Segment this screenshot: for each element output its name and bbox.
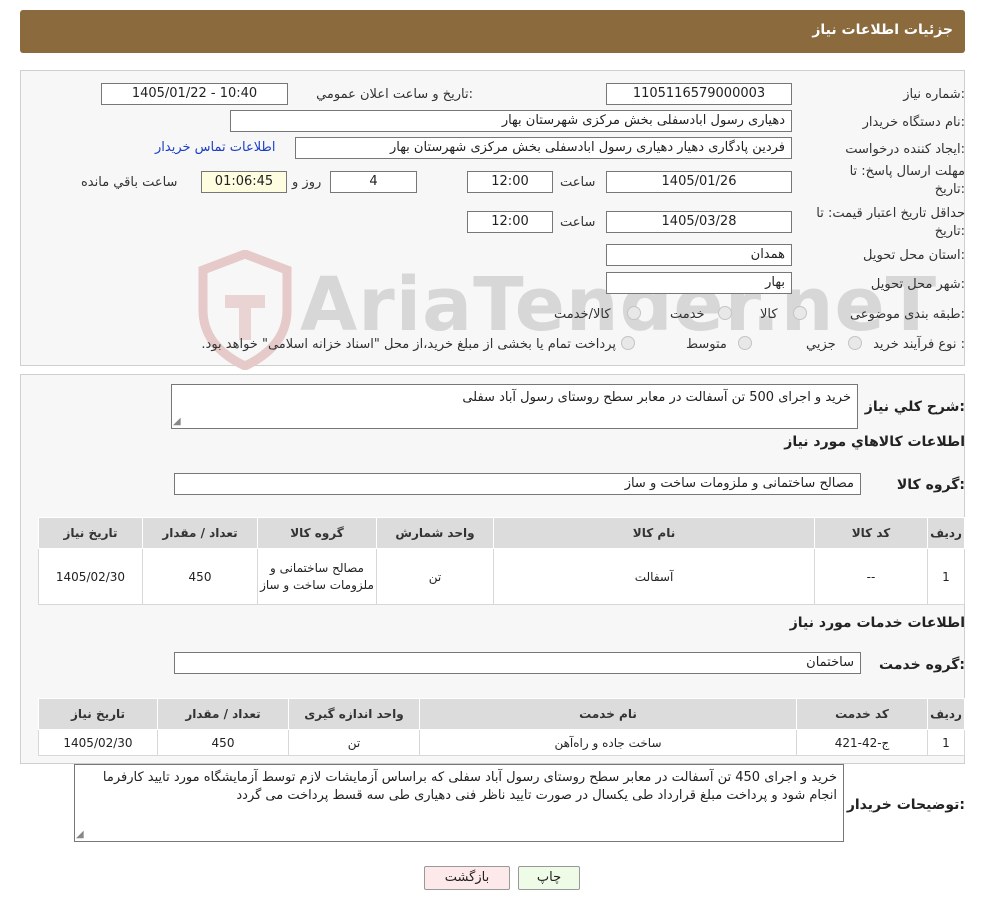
goods-cell-code: -- — [814, 548, 928, 605]
process-radio-medium[interactable] — [738, 336, 752, 350]
services-col-name: نام خدمت — [419, 698, 797, 730]
services-col-row: ردیف — [927, 698, 965, 730]
goods-cell-unit: تن — [376, 548, 494, 605]
validity-date-field: 1405/03/28 — [606, 211, 792, 233]
need-number-label: شماره نیاز: — [903, 87, 965, 102]
category-option-goods: کالا — [760, 307, 778, 322]
page-header: جزئیات اطلاعات نیاز — [20, 10, 965, 53]
remaining-time-field: 01:06:45 — [201, 171, 287, 193]
notes-resize-handle-icon: ◢ — [76, 829, 84, 840]
buyer-contact-link[interactable]: اطلاعات تماس خریدار — [155, 140, 275, 155]
summary-field: خرید و اجرای 500 تن آسفالت در معابر سطح … — [171, 384, 858, 429]
category-option-goods-service: کالا/خدمت — [554, 307, 611, 322]
days-label: روز و — [292, 175, 322, 190]
services-cell-date: 1405/02/30 — [38, 729, 158, 756]
goods-section-title: اطلاعات کالاهاي مورد نیاز — [784, 434, 965, 450]
services-cell-name: ساخت جاده و راه‌آهن — [419, 729, 797, 756]
goods-cell-qty: 450 — [142, 548, 258, 605]
announce-date-field: 1405/01/22 - 10:40 — [101, 83, 288, 105]
deadline-label-date: تاریخ: — [934, 182, 965, 197]
services-section-title: اطلاعات خدمات مورد نیاز — [789, 615, 965, 631]
process-option-medium: متوسط — [686, 337, 727, 352]
back-button[interactable]: بازگشت — [424, 866, 510, 890]
services-cell-code: ج-42-421 — [796, 729, 928, 756]
buyer-org-label: نام دستگاه خریدار: — [862, 115, 965, 130]
services-col-qty: تعداد / مقدار — [157, 698, 289, 730]
province-label: استان محل تحویل: — [863, 248, 965, 263]
goods-col-name: نام کالا — [493, 517, 815, 549]
process-option-minor: جزیي — [806, 337, 836, 352]
buyer-org-field: دهیاری رسول ابادسفلی بخش مرکزی شهرستان ب… — [230, 110, 792, 132]
goods-cell-group: مصالح ساختمانی و ملزومات ساخت و ساز — [257, 548, 377, 605]
deadline-label: مهلت ارسال پاسخ: تا — [849, 164, 965, 179]
page-title: جزئیات اطلاعات نیاز — [812, 22, 953, 38]
services-col-code: کد خدمت — [796, 698, 928, 730]
print-button[interactable]: چاپ — [518, 866, 580, 890]
table-row: 1 ج-42-421 ساخت جاده و راه‌آهن تن 450 14… — [38, 729, 965, 756]
summary-label: شرح کلي نیاز: — [864, 399, 965, 415]
goods-cell-row: 1 — [927, 548, 965, 605]
process-radio-minor[interactable] — [848, 336, 862, 350]
services-cell-qty: 450 — [157, 729, 289, 756]
validity-time-field: 12:00 — [467, 211, 553, 233]
deadline-date-field: 1405/01/26 — [606, 171, 792, 193]
services-cell-unit: تن — [288, 729, 420, 756]
validity-label-date: تاریخ: — [934, 224, 965, 239]
city-field: بهار — [606, 272, 792, 294]
buyer-notes-field: خرید و اجرای 450 تن آسفالت در معابر سطح … — [74, 764, 844, 842]
resize-handle-icon: ◢ — [173, 416, 181, 427]
requester-label: ایجاد کننده درخواست: — [845, 142, 965, 157]
requester-field: فردین پادگاری دهیار دهیاری رسول ابادسفلی… — [295, 137, 792, 159]
services-col-date: تاریخ نیاز — [38, 698, 158, 730]
services-col-unit: واحد اندازه گیری — [288, 698, 420, 730]
goods-col-row: ردیف — [927, 517, 965, 549]
table-row: 1 -- آسفالت تن مصالح ساختمانی و ملزومات … — [38, 548, 965, 605]
city-label: شهر محل تحویل: — [870, 277, 965, 292]
goods-table: ردیف کد کالا نام کالا واحد شمارش گروه کا… — [38, 517, 965, 605]
validity-label: حداقل تاریخ اعتبار قیمت: تا — [816, 206, 965, 221]
goods-cell-name: آسفالت — [493, 548, 815, 605]
process-note: پرداخت تمام یا بخشی از مبلغ خرید،از محل … — [201, 337, 616, 352]
province-field: همدان — [606, 244, 792, 266]
category-label: طبقه بندی موضوعی: — [849, 307, 965, 322]
deadline-time-field: 12:00 — [467, 171, 553, 193]
services-table: ردیف کد خدمت نام خدمت واحد اندازه گیری ت… — [38, 698, 965, 756]
category-radio-goods[interactable] — [793, 306, 807, 320]
deadline-time-label: ساعت — [560, 175, 596, 190]
announce-date-label: تاریخ و ساعت اعلان عمومي: — [316, 87, 473, 102]
goods-cell-date: 1405/02/30 — [38, 548, 143, 605]
process-checkbox-treasury[interactable] — [621, 336, 635, 350]
watermark-logo-icon — [195, 249, 295, 371]
service-group-field: ساختمان — [174, 652, 861, 674]
category-radio-goods-service[interactable] — [627, 306, 641, 320]
remaining-days-field: 4 — [330, 171, 417, 193]
goods-col-qty: تعداد / مقدار — [142, 517, 258, 549]
services-cell-row: 1 — [927, 729, 965, 756]
validity-time-label: ساعت — [560, 215, 596, 230]
goods-col-date: تاریخ نیاز — [38, 517, 143, 549]
category-option-service: خدمت — [670, 307, 705, 322]
goods-col-group: گروه کالا — [257, 517, 377, 549]
buyer-notes-label: توضیحات خریدار: — [846, 797, 965, 813]
category-radio-service[interactable] — [718, 306, 732, 320]
goods-group-field: مصالح ساختمانی و ملزومات ساخت و ساز — [174, 473, 861, 495]
service-group-label: گروه خدمت: — [879, 657, 965, 673]
need-number-field: 1105116579000003 — [606, 83, 792, 105]
remaining-time-label: ساعت باقي مانده — [81, 175, 178, 190]
goods-col-code: کد کالا — [814, 517, 928, 549]
process-label: نوع فرآیند خرید : — [873, 337, 965, 352]
goods-col-unit: واحد شمارش — [376, 517, 494, 549]
goods-group-label: گروه کالا: — [896, 477, 965, 493]
